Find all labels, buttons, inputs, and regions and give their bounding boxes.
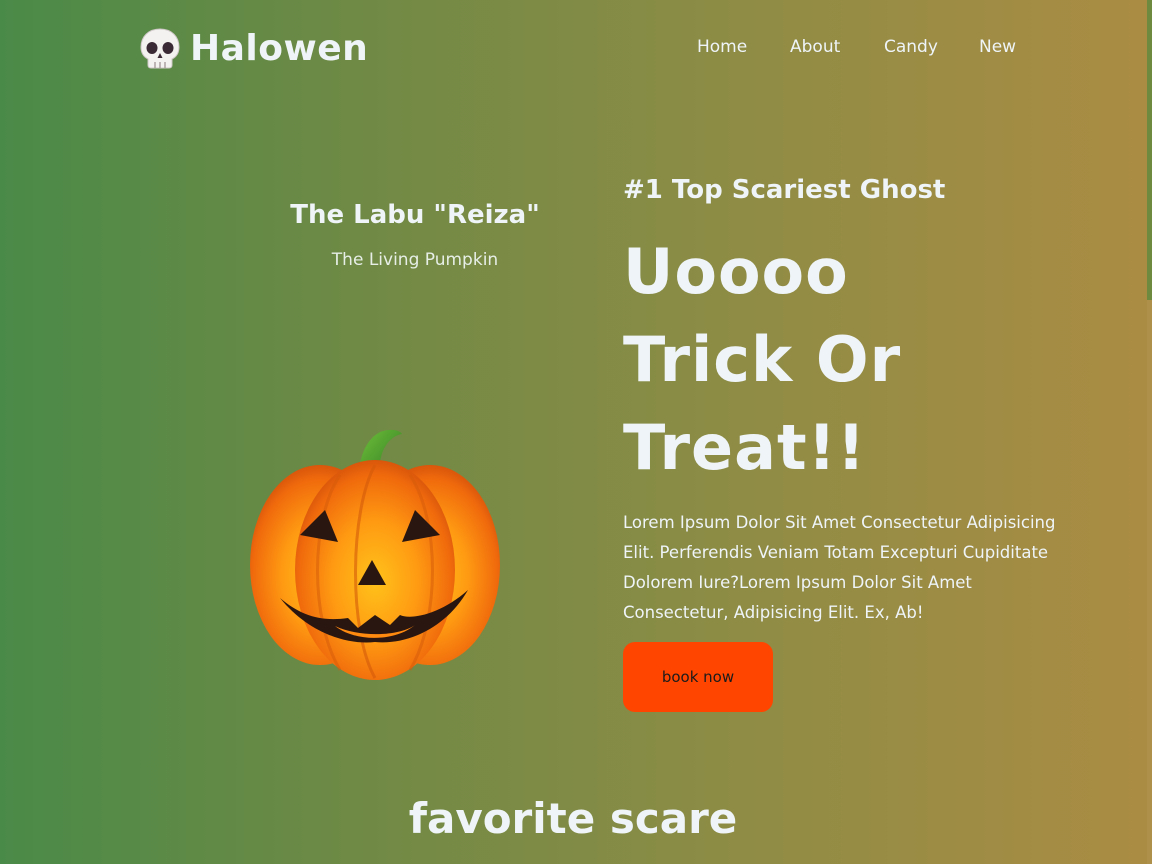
hero-headline: Uoooo Trick Or Treat!!: [623, 228, 1103, 492]
hero-eyebrow: #1 Top Scariest Ghost: [623, 175, 946, 205]
headline-line: Trick Or: [623, 323, 902, 396]
character-subtitle: The Living Pumpkin: [331, 250, 499, 270]
site-header: Halowen Home About Candy New: [0, 0, 1152, 96]
jack-o-lantern-icon: [240, 420, 510, 694]
character-title: The Labu "Reiza": [290, 200, 540, 230]
hero-description: Lorem Ipsum Dolor Sit Amet Consectetur A…: [623, 513, 1056, 622]
page-scrollbar[interactable]: [1147, 0, 1152, 864]
favorite-scare-heading: favorite scare: [408, 794, 738, 843]
nav-about[interactable]: About: [790, 37, 840, 57]
nav-candy[interactable]: Candy: [884, 37, 938, 57]
nav-new[interactable]: New: [979, 37, 1016, 57]
book-now-button[interactable]: book now: [623, 642, 773, 712]
headline-line: Treat!!: [623, 411, 867, 484]
nav-home[interactable]: Home: [697, 37, 747, 57]
main-nav: Home About Candy New: [0, 37, 1152, 61]
headline-line: Uoooo: [623, 235, 849, 308]
